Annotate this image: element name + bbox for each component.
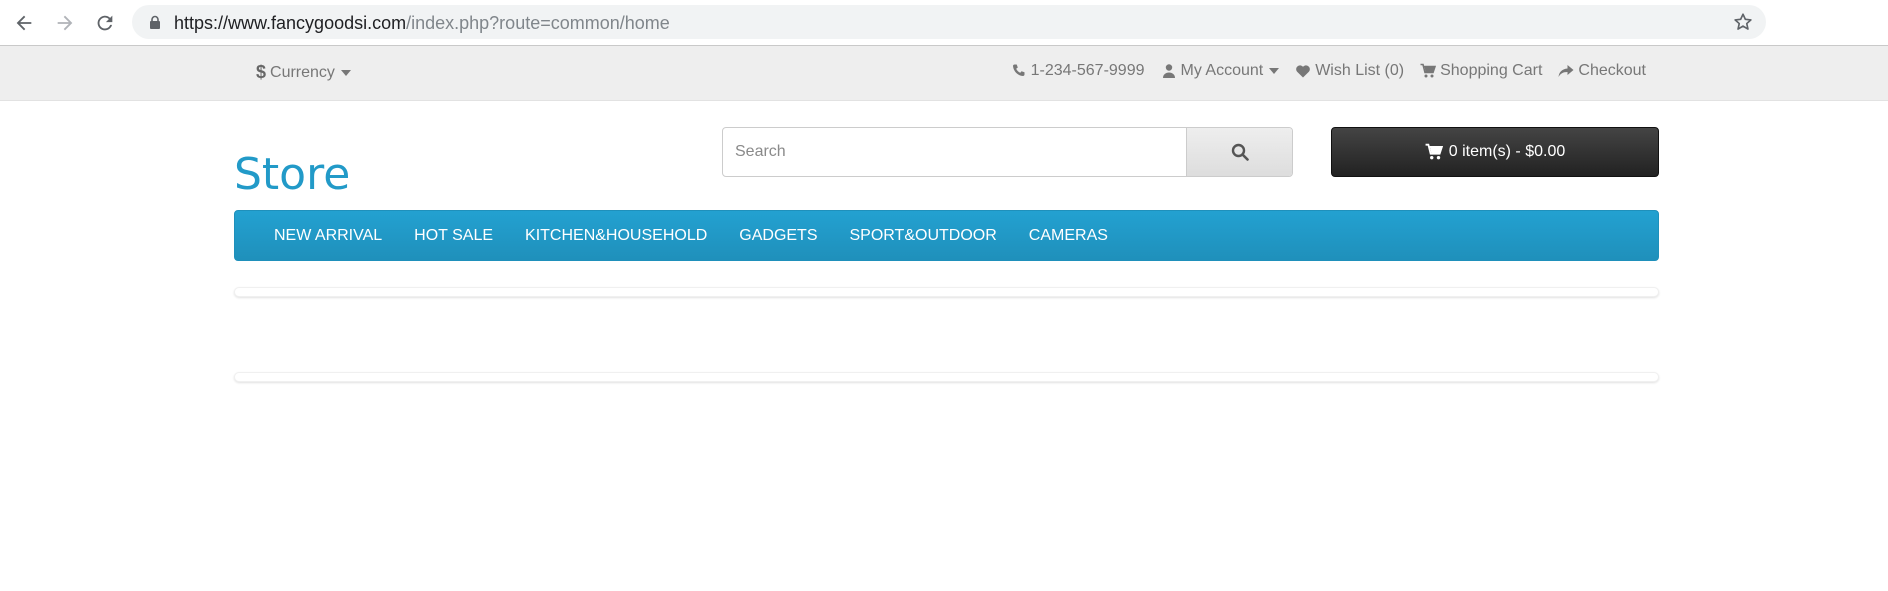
main-menu: NEW ARRIVAL HOT SALE KITCHEN&HOUSEHOLD G… <box>234 210 1659 261</box>
reload-button[interactable] <box>91 9 119 37</box>
currency-symbol: $ <box>256 62 267 82</box>
caret-down-icon <box>340 69 351 76</box>
content-panel-top <box>234 287 1659 297</box>
browser-toolbar: https://www.fancygoodsi.com/index.php?ro… <box>0 0 1888 46</box>
menu-item-kitchen-household[interactable]: KITCHEN&HOUSEHOLD <box>509 211 723 260</box>
content-panel-bottom <box>234 372 1659 382</box>
star-icon[interactable] <box>1732 11 1754 33</box>
address-bar[interactable]: https://www.fancygoodsi.com/index.php?ro… <box>132 5 1766 39</box>
wishlist-label: Wish List (0) <box>1315 62 1405 79</box>
search-group <box>722 127 1293 177</box>
url-host: https://www.fancygoodsi.com <box>174 13 407 33</box>
share-icon <box>1558 65 1574 77</box>
my-account-label: My Account <box>1180 62 1264 79</box>
forward-button[interactable] <box>51 9 79 37</box>
back-arrow-icon <box>16 15 32 31</box>
currency-dropdown[interactable]: $ Currency <box>256 62 351 83</box>
checkout-link[interactable]: Checkout <box>1558 62 1646 80</box>
cart-summary: 0 item(s) - $0.00 <box>1448 143 1566 160</box>
menu-item-gadgets[interactable]: GADGETS <box>723 211 833 260</box>
phone-number: 1-234-567-9999 <box>1030 62 1145 79</box>
reload-icon <box>97 15 113 31</box>
url-text: https://www.fancygoodsi.com/index.php?ro… <box>174 13 670 33</box>
wishlist-link[interactable]: Wish List (0) <box>1295 62 1404 80</box>
user-icon <box>1162 64 1175 78</box>
cart-button[interactable]: 0 item(s) - $0.00 <box>1331 127 1659 177</box>
menu-item-new-arrival[interactable]: NEW ARRIVAL <box>258 211 398 260</box>
back-button[interactable] <box>10 9 38 37</box>
shopping-cart-link[interactable]: Shopping Cart <box>1420 62 1542 80</box>
search-icon <box>1231 143 1249 161</box>
shopping-cart-label: Shopping Cart <box>1440 62 1543 79</box>
caret-down-icon <box>1269 68 1280 74</box>
checkout-label: Checkout <box>1578 62 1646 79</box>
cart-icon <box>1425 143 1443 160</box>
menu-item-sport-outdoor[interactable]: SPORT&OUTDOOR <box>834 211 1013 260</box>
top-links: 1-234-567-9999 My Account Wish List (0) … <box>1011 62 1646 80</box>
search-input[interactable] <box>723 128 1186 176</box>
top-bar: $ Currency 1-234-567-9999 My Account Wis… <box>0 46 1888 101</box>
phone-link[interactable]: 1-234-567-9999 <box>1011 62 1145 80</box>
currency-label: Currency <box>270 63 335 81</box>
phone-icon <box>1012 64 1025 76</box>
url-path: /index.php?route=common/home <box>406 13 670 33</box>
store-logo[interactable]: Store <box>234 150 350 200</box>
search-button[interactable] <box>1186 128 1292 176</box>
menu-item-cameras[interactable]: CAMERAS <box>1013 211 1124 260</box>
my-account-dropdown[interactable]: My Account <box>1161 62 1280 80</box>
lock-icon <box>150 15 160 29</box>
forward-arrow-icon <box>57 15 73 31</box>
heart-icon <box>1296 65 1311 78</box>
cart-icon <box>1420 63 1437 78</box>
menu-item-hot-sale[interactable]: HOT SALE <box>398 211 509 260</box>
